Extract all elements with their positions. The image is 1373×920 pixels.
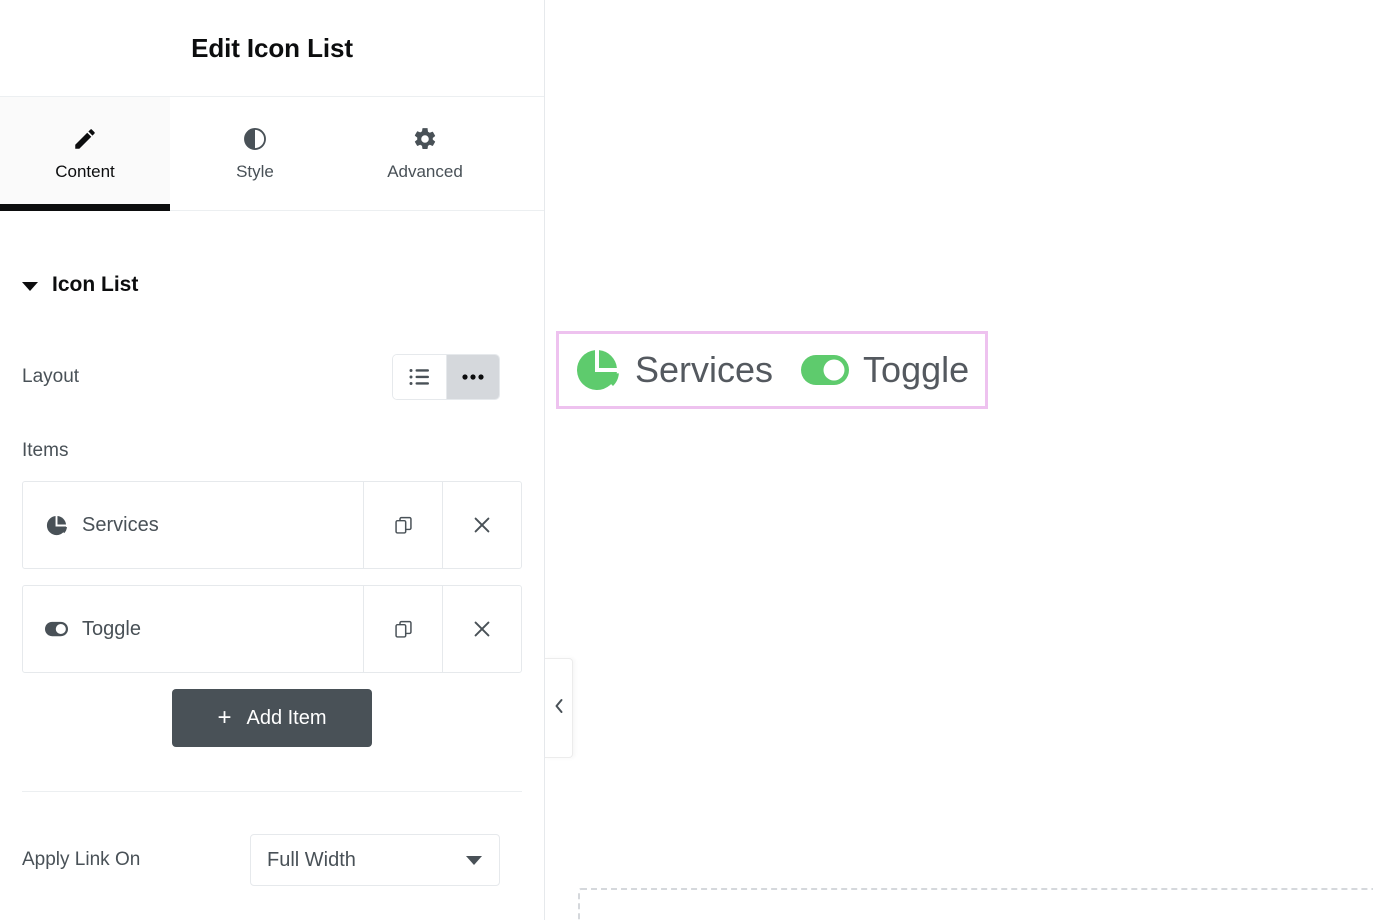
table-row: Services <box>22 481 522 569</box>
repeater-item-title: Services <box>82 513 159 536</box>
layout-option-inline[interactable] <box>446 355 499 399</box>
apply-link-on-select[interactable]: Full Width <box>250 834 500 886</box>
chevron-left-icon <box>553 697 565 720</box>
list-item[interactable]: Toggle <box>801 346 969 394</box>
list-item-label: Toggle <box>863 349 970 390</box>
icon-list: Services Toggle <box>573 346 969 394</box>
tab-advanced[interactable]: Advanced <box>340 97 510 210</box>
layout-option-traditional[interactable] <box>393 355 446 399</box>
panel-body: Icon List Layout Items Services Toggle +… <box>0 211 544 920</box>
list-ul-icon <box>409 368 430 386</box>
add-item-button[interactable]: + Add Item <box>172 689 372 747</box>
duplicate-item-button[interactable] <box>363 482 442 568</box>
copy-icon <box>393 515 414 536</box>
page-title: Edit Icon List <box>191 32 353 63</box>
items-repeater: Services Toggle <box>0 462 544 673</box>
duplicate-item-button[interactable] <box>363 586 442 672</box>
chevron-down-icon <box>22 281 38 291</box>
items-label: Items <box>22 440 69 461</box>
add-item-row: + Add Item <box>0 689 544 747</box>
tab-style-label: Style <box>236 161 274 181</box>
chart-pie-icon <box>573 346 621 394</box>
panel-header: Edit Icon List <box>0 0 544 97</box>
table-row: Toggle <box>22 585 522 673</box>
contrast-icon <box>242 126 268 152</box>
tab-advanced-label: Advanced <box>387 161 463 181</box>
divider <box>22 791 522 792</box>
preview-canvas: Services Toggle <box>545 0 1373 920</box>
panel-collapse-handle[interactable] <box>545 658 573 758</box>
gear-icon <box>412 126 438 152</box>
editor-panel: Edit Icon List Content Style Advanced Ic… <box>0 0 573 920</box>
list-item[interactable]: Services <box>573 346 801 394</box>
elementor-editor: Edit Icon List Content Style Advanced Ic… <box>0 0 1373 920</box>
add-section-dropzone[interactable] <box>578 888 1373 920</box>
layout-label: Layout <box>22 366 80 387</box>
toggle-on-icon <box>801 346 850 394</box>
plus-icon: + <box>217 704 232 731</box>
tab-style[interactable]: Style <box>170 97 340 210</box>
add-item-label: Add Item <box>246 706 327 729</box>
apply-link-on-select-wrap: Full Width <box>250 834 500 886</box>
chart-pie-icon <box>45 514 68 537</box>
chevron-down-icon <box>466 855 482 865</box>
repeater-item-toggle[interactable]: Toggle <box>23 586 363 672</box>
control-apply-link-on: Apply Link On Full Width <box>0 834 544 886</box>
layout-choices <box>392 354 500 400</box>
control-layout: Layout <box>0 354 544 400</box>
section-icon-list-header[interactable]: Icon List <box>0 211 544 297</box>
list-item-label: Services <box>635 349 774 390</box>
repeater-item-title: Toggle <box>82 617 141 640</box>
section-icon-list-title: Icon List <box>52 273 139 296</box>
pencil-icon <box>72 126 98 152</box>
close-icon <box>471 514 493 536</box>
remove-item-button[interactable] <box>442 482 521 568</box>
toggle-on-icon <box>45 618 68 641</box>
panel-tabs: Content Style Advanced <box>0 97 544 211</box>
repeater-item-services[interactable]: Services <box>23 482 363 568</box>
tab-content[interactable]: Content <box>0 97 170 211</box>
apply-link-on-label: Apply Link On <box>22 849 141 870</box>
apply-link-on-value: Full Width <box>267 848 356 871</box>
ellipsis-h-icon <box>462 374 484 380</box>
tab-content-label: Content <box>55 161 115 181</box>
copy-icon <box>393 619 414 640</box>
remove-item-button[interactable] <box>442 586 521 672</box>
icon-list-widget[interactable]: Services Toggle <box>556 331 989 409</box>
close-icon <box>471 618 493 640</box>
